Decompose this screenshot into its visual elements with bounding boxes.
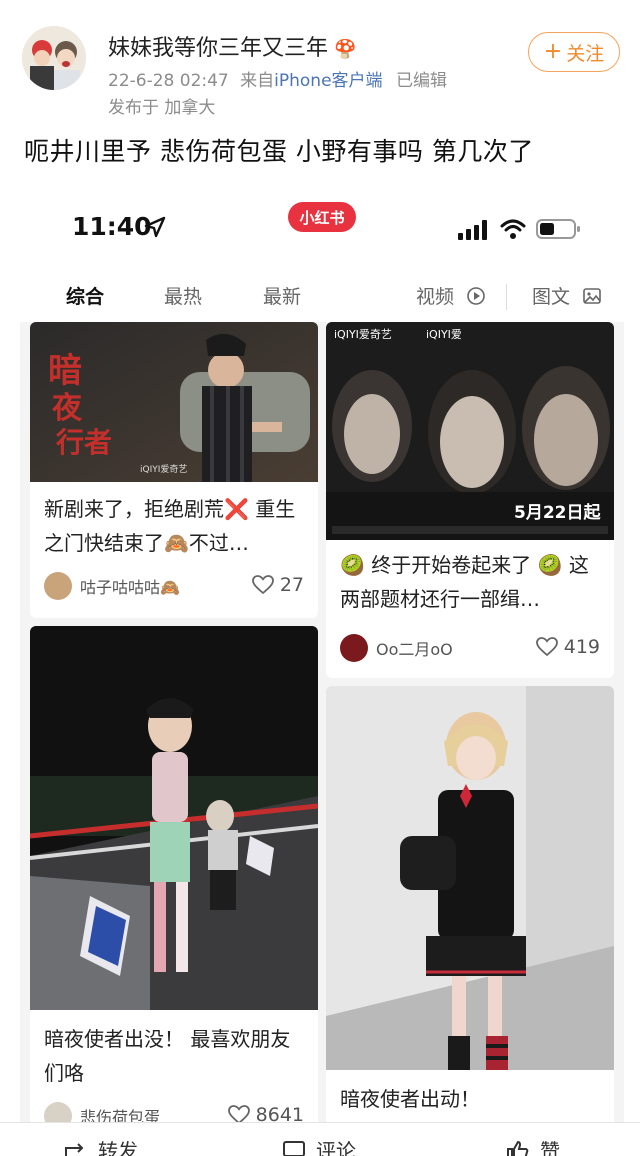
like-button[interactable]: 赞: [506, 1135, 560, 1156]
cellular-signal-icon: [458, 220, 487, 240]
comment-button[interactable]: 评论: [282, 1135, 356, 1156]
username-text[interactable]: 妹妹我等你三年又三年: [108, 36, 328, 61]
play-circle-icon: [467, 287, 485, 305]
post-header: 妹妹我等你三年又三年 🍄 22-6-28 02:47 来自iPhone客户端 已编…: [0, 0, 640, 120]
svg-text:行者: 行者: [55, 426, 112, 459]
image-icon: [583, 288, 601, 304]
edited-label[interactable]: 已编辑: [396, 71, 447, 91]
search-tabs: 综合 最热 最新 视频 图文: [20, 270, 624, 322]
post-date: 22-6-28 02:47: [108, 71, 229, 91]
location-arrow-icon: [144, 216, 166, 238]
card-cover-image: iQIYI爱奇艺 iQIYI爱 5月22日起: [326, 322, 614, 540]
tab-divider: [506, 284, 507, 310]
tab-image-text-label: 图文: [532, 286, 571, 308]
card-cover-image: [326, 686, 614, 1070]
feed-card[interactable]: iQIYI爱奇艺 iQIYI爱 5月22日起 🥝 终于开始卷起来了 🥝 这两部题…: [326, 322, 614, 678]
like-count[interactable]: 419: [535, 636, 600, 658]
username[interactable]: 妹妹我等你三年又三年 🍄: [108, 30, 356, 62]
card-cover-image: [30, 626, 318, 1010]
feed-grid: 暗 夜 行者 iQIYI爱奇艺 新剧来了，拒绝剧荒❌ 重生之门快结束了🙈不过… …: [20, 322, 624, 1156]
like-number: 419: [563, 636, 600, 658]
like-label: 赞: [540, 1139, 560, 1156]
mushroom-icon: 🍄: [334, 39, 357, 60]
source-link[interactable]: iPhone客户端: [274, 71, 382, 91]
author-name: 咕子咕咕咕🙈: [80, 578, 180, 597]
feed-card[interactable]: 暗夜使者出没！ 最喜欢朋友们咯 悲伤荷包蛋 8641: [30, 626, 318, 1156]
post-meta: 22-6-28 02:47 来自iPhone客户端 已编辑: [108, 66, 447, 91]
tab-video[interactable]: 视频: [416, 282, 486, 309]
tab-newest[interactable]: 最新: [263, 282, 301, 309]
post-location: 发布于 加拿大: [108, 98, 216, 118]
svg-text:iQIYI爱奇艺: iQIYI爱奇艺: [140, 463, 187, 475]
author-name: Oo二月oO: [376, 640, 453, 659]
card-author[interactable]: 咕子咕咕咕🙈: [44, 572, 180, 600]
comment-icon: [283, 1140, 305, 1156]
thumbs-up-icon: [507, 1140, 529, 1156]
repost-label: 转发: [98, 1139, 138, 1156]
follow-button[interactable]: + 关注: [528, 32, 620, 72]
repost-icon: [65, 1142, 84, 1156]
feed-card[interactable]: 暗 夜 行者 iQIYI爱奇艺 新剧来了，拒绝剧荒❌ 重生之门快结束了🙈不过… …: [30, 322, 318, 618]
svg-text:夜: 夜: [51, 391, 83, 426]
card-title: 新剧来了，拒绝剧荒❌ 重生之门快结束了🙈不过…: [44, 497, 296, 555]
source-prefix: 来自: [240, 71, 275, 91]
author-avatar: [44, 572, 72, 600]
tab-image-text[interactable]: 图文: [532, 282, 602, 309]
author-avatar: [340, 634, 368, 662]
like-number: 27: [279, 574, 304, 596]
svg-text:iQIYI爱奇艺: iQIYI爱奇艺: [334, 328, 392, 341]
heart-icon: [535, 637, 558, 657]
plus-icon: +: [543, 39, 563, 64]
follow-label: 关注: [566, 42, 605, 65]
status-time: 11:40: [72, 212, 152, 241]
card-author[interactable]: Oo二月oO: [340, 634, 453, 662]
app-badge: 小红书: [288, 202, 356, 232]
phone-status-bar: 11:40 小红书: [20, 190, 624, 270]
svg-text:5月22日起: 5月22日起: [514, 502, 601, 523]
post-text: 呃井川里予 悲伤荷包蛋 小野有事吗 第几次了: [24, 137, 534, 166]
tab-comprehensive[interactable]: 综合: [66, 282, 104, 309]
user-avatar[interactable]: [22, 26, 86, 90]
heart-icon: [251, 575, 274, 595]
like-count[interactable]: 27: [251, 574, 304, 596]
svg-text:暗: 暗: [48, 351, 82, 391]
card-cover-image: 暗 夜 行者 iQIYI爱奇艺: [30, 322, 318, 482]
embedded-screenshot[interactable]: 11:40 小红书 综合 最热 最新 视频 图文 暗 夜 行者 iQIYI爱奇艺…: [20, 190, 624, 1156]
card-title: 暗夜使者出动！: [340, 1087, 480, 1111]
svg-text:iQIYI爱: iQIYI爱: [426, 328, 462, 341]
repost-button[interactable]: 转发: [64, 1135, 138, 1156]
comment-label: 评论: [316, 1139, 356, 1156]
card-title: 暗夜使者出没！ 最喜欢朋友们咯: [44, 1027, 291, 1085]
wifi-icon: [500, 219, 526, 239]
feed-card[interactable]: 暗夜使者出动！: [326, 686, 614, 1156]
tab-video-label: 视频: [416, 286, 455, 308]
action-bar: 转发 评论 赞: [0, 1122, 640, 1156]
tab-hottest[interactable]: 最热: [164, 282, 202, 309]
battery-icon: [536, 219, 580, 239]
card-title: 🥝 终于开始卷起来了 🥝 这两部题材还行一部缉…: [340, 553, 589, 611]
